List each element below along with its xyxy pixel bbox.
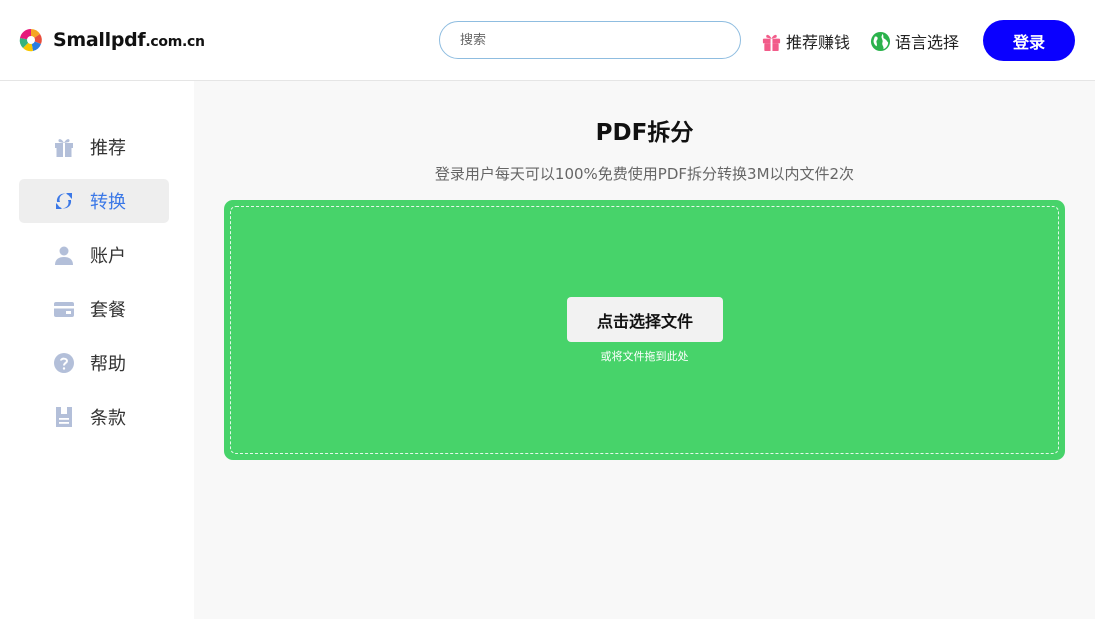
choose-file-button[interactable]: 点击选择文件 xyxy=(567,297,723,342)
document-icon xyxy=(52,405,76,429)
sidebar: 推荐 转换 账户 套餐 帮助 条款 xyxy=(0,81,194,619)
sidebar-item-label: 推荐 xyxy=(90,138,126,159)
main-content: PDF拆分 登录用户每天可以100%免费使用PDF拆分转换3M以内文件2次 点击… xyxy=(194,81,1095,619)
page-subtitle: 登录用户每天可以100%免费使用PDF拆分转换3M以内文件2次 xyxy=(434,165,855,183)
refer-earn-label: 推荐赚钱 xyxy=(786,33,851,52)
sidebar-item-label: 账户 xyxy=(90,246,126,267)
convert-icon xyxy=(52,189,76,213)
gift-icon xyxy=(52,135,76,159)
sidebar-item-label: 转换 xyxy=(90,192,126,213)
sidebar-item-terms[interactable]: 条款 xyxy=(19,395,169,439)
sidebar-item-label: 套餐 xyxy=(90,300,126,321)
drop-hint: 或将文件拖到此处 xyxy=(600,350,689,363)
sidebar-item-convert[interactable]: 转换 xyxy=(19,179,169,223)
sidebar-item-label: 条款 xyxy=(90,408,126,429)
sidebar-item-account[interactable]: 账户 xyxy=(19,233,169,277)
user-icon xyxy=(52,243,76,267)
card-icon xyxy=(52,297,76,321)
sidebar-item-label: 帮助 xyxy=(90,354,126,375)
search-input[interactable] xyxy=(439,21,741,59)
globe-icon xyxy=(870,31,891,51)
file-dropzone[interactable]: 点击选择文件 或将文件拖到此处 xyxy=(224,200,1065,460)
top-header: Smallpdf.com.cn 推荐赚钱 语言选择 登录 xyxy=(0,0,1095,81)
gift-icon xyxy=(762,34,781,51)
logo-text: Smallpdf.com.cn xyxy=(53,29,205,51)
refer-earn-link[interactable]: 推荐赚钱 xyxy=(761,28,850,54)
help-icon xyxy=(52,351,76,375)
page-title: PDF拆分 xyxy=(595,120,694,146)
language-label: 语言选择 xyxy=(895,33,960,52)
language-select-link[interactable]: 语言选择 xyxy=(870,28,959,54)
login-button[interactable]: 登录 xyxy=(983,20,1075,61)
smallpdf-logo-icon xyxy=(19,28,42,52)
logo[interactable]: Smallpdf.com.cn xyxy=(18,27,205,53)
sidebar-item-help[interactable]: 帮助 xyxy=(19,341,169,385)
sidebar-item-recommend[interactable]: 推荐 xyxy=(19,125,169,169)
sidebar-item-plans[interactable]: 套餐 xyxy=(19,287,169,331)
